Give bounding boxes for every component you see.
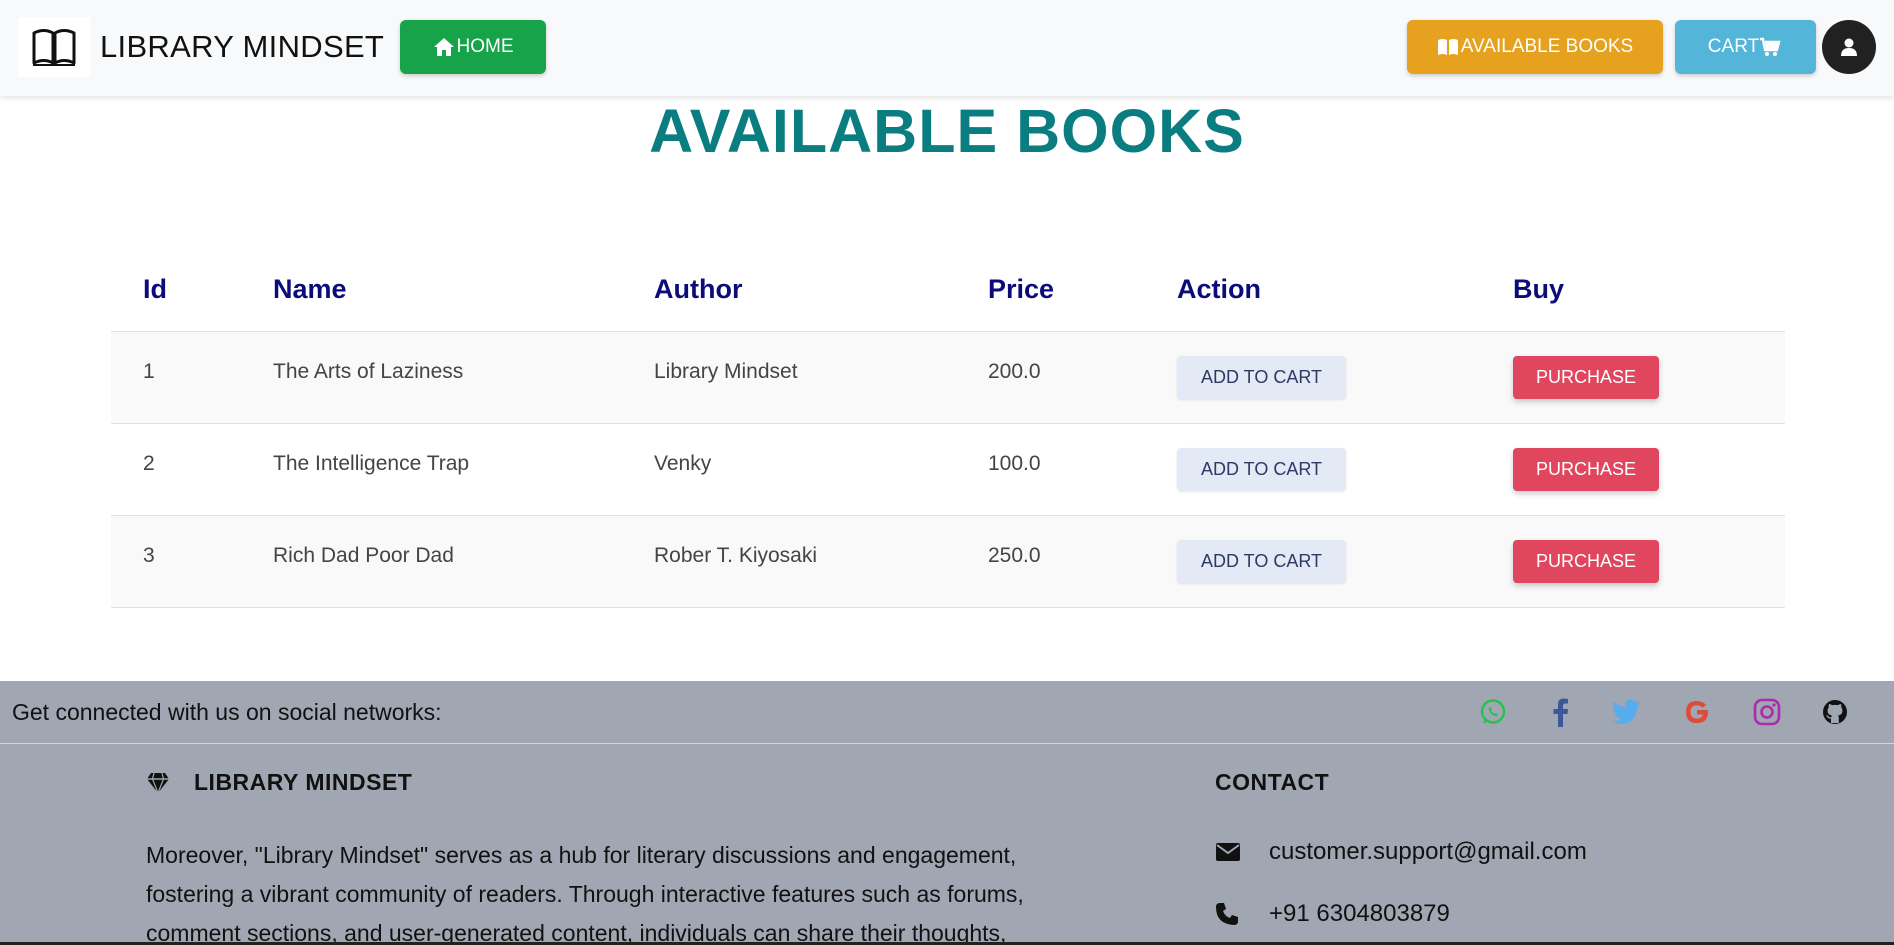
envelope-icon [1216,843,1240,861]
instagram-icon[interactable] [1752,697,1782,727]
header-name: Name [241,248,622,332]
header-id: Id [111,248,241,332]
book-id: 3 [143,543,155,567]
google-icon[interactable] [1682,697,1712,727]
whatsapp-icon[interactable] [1478,697,1508,727]
page-title: AVAILABLE BOOKS [649,97,1245,165]
facebook-icon[interactable] [1545,697,1575,727]
table-row: 2 The Intelligence Trap Venky 100.0 ADD … [111,423,1785,516]
cart-label: CART [1707,36,1760,57]
available-books-button[interactable]: AVAILABLE BOOKS [1407,20,1663,74]
book-author: Rober T. Kiyosaki [654,543,818,567]
contact-title: CONTACT [1215,769,1330,795]
home-icon [433,38,454,56]
add-to-cart-button[interactable]: ADD TO CART [1177,356,1347,399]
brand-name: LIBRARY MINDSET [100,29,385,64]
brand[interactable]: LIBRARY MINDSET [18,17,384,77]
book-id: 2 [143,451,155,475]
purchase-button[interactable]: PURCHASE [1513,356,1660,399]
footer-brand-name: LIBRARY MINDSET [194,769,413,795]
contact-phone-text[interactable]: +91 6304803879 [1269,900,1450,928]
book-price: 100.0 [988,451,1041,475]
open-book-icon [1437,39,1458,55]
header-author: Author [622,248,956,332]
book-id: 1 [143,359,155,383]
cart-button[interactable]: CART [1675,20,1816,74]
contact-email: customer.support@gmail.com [1215,838,1587,866]
contact-phone: +91 6304803879 [1215,900,1450,928]
add-to-cart-button[interactable]: ADD TO CART [1177,540,1347,583]
table-row: 1 The Arts of Laziness Library Mindset 2… [111,331,1785,424]
purchase-button[interactable]: PURCHASE [1513,540,1660,583]
contact-email-text[interactable]: customer.support@gmail.com [1269,838,1587,866]
book-author: Library Mindset [654,359,798,383]
header-action: Action [1145,248,1481,332]
book-logo-icon [18,17,90,77]
user-avatar[interactable] [1822,20,1876,74]
table-row: 3 Rich Dad Poor Dad Rober T. Kiyosaki 25… [111,515,1785,608]
book-price: 200.0 [988,359,1041,383]
gem-icon [147,772,169,793]
footer-description: Moreover, "Library Mindset" serves as a … [146,842,1024,945]
navbar: LIBRARY MINDSET HOME AVAILABLE BOOKS CAR… [0,0,1894,96]
social-bar: Get connected with us on social networks… [0,681,1894,744]
home-button[interactable]: HOME [400,20,546,74]
book-author: Venky [654,451,712,475]
cart-icon [1760,37,1781,56]
book-name: The Arts of Laziness [273,359,464,383]
twitter-icon[interactable] [1611,697,1641,727]
home-label: HOME [456,36,514,57]
book-name: The Intelligence Trap [273,451,470,475]
phone-icon [1216,903,1238,925]
footer: LIBRARY MINDSET Moreover, "Library Minds… [0,744,1894,945]
header-price: Price [956,248,1145,332]
books-table: Id Name Author Price Action Buy 1 The Ar… [111,248,1785,608]
header-buy: Buy [1481,248,1785,332]
book-name: Rich Dad Poor Dad [273,543,454,567]
github-icon[interactable] [1820,697,1850,727]
book-price: 250.0 [988,543,1041,567]
table-header-row: Id Name Author Price Action Buy [111,248,1785,332]
user-icon [1841,38,1857,56]
purchase-button[interactable]: PURCHASE [1513,448,1660,491]
add-to-cart-button[interactable]: ADD TO CART [1177,448,1347,491]
available-books-label: AVAILABLE BOOKS [1460,36,1634,57]
